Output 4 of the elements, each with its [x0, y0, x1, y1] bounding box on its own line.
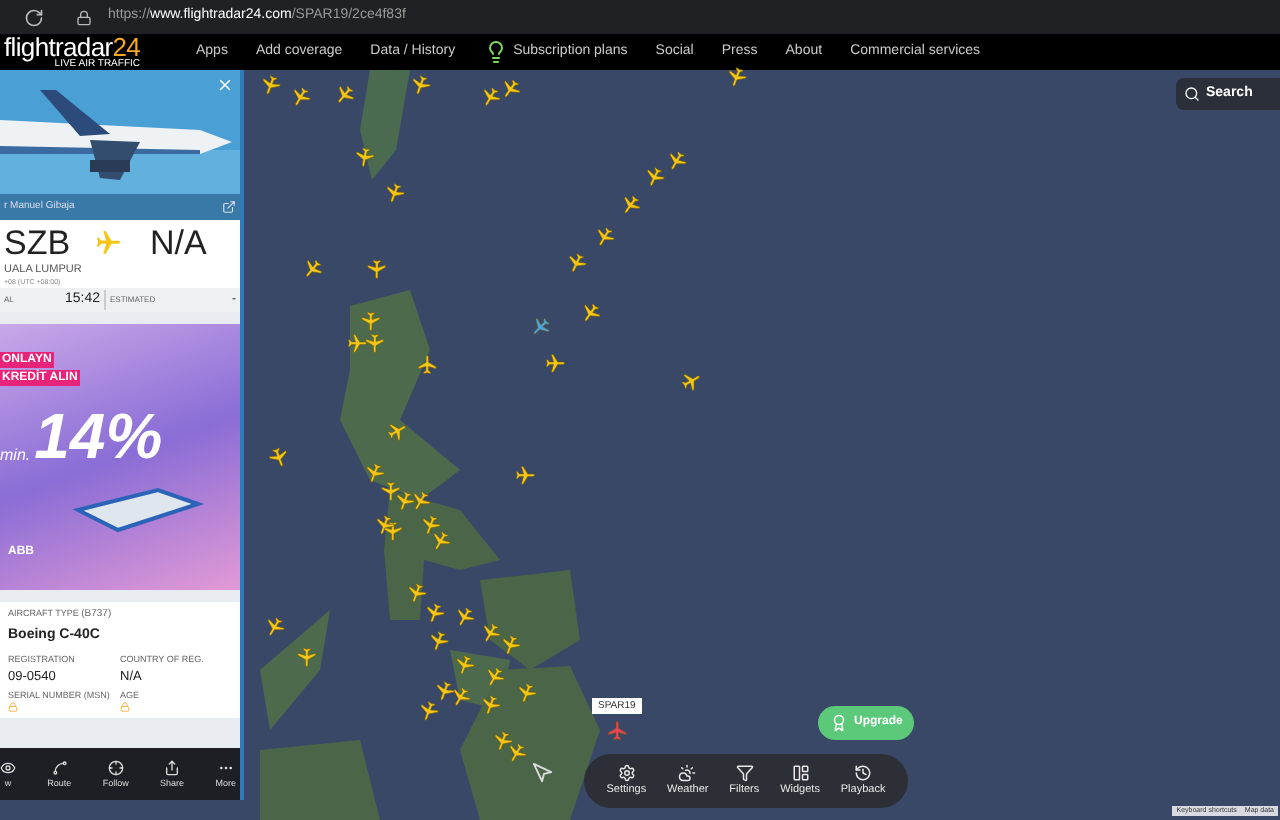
lightbulb-icon: [483, 40, 508, 64]
lock-icon: [76, 9, 92, 25]
logo[interactable]: flightradar24: [4, 35, 176, 59]
reload-icon[interactable]: [24, 7, 44, 27]
